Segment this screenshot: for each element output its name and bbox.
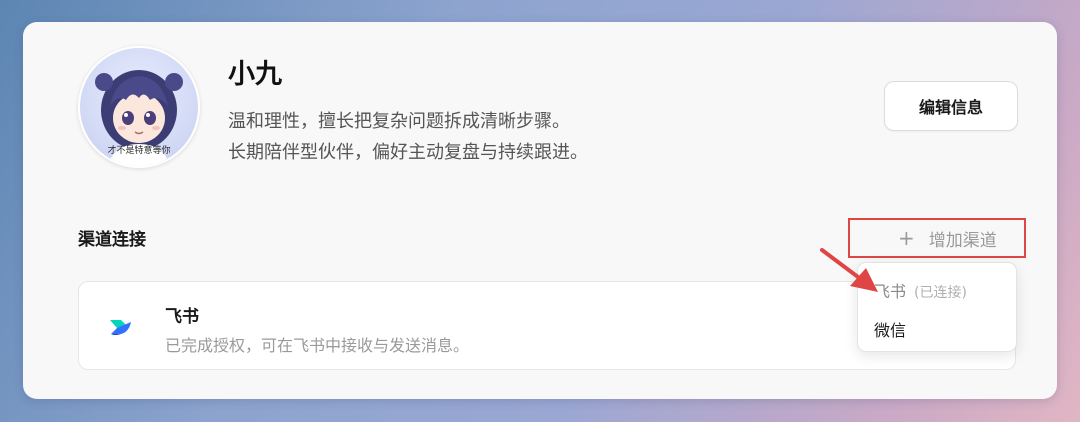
dropdown-option-feishu[interactable]: 飞书 (已连接) — [874, 278, 967, 302]
description-line-1: 温和理性，擅长把复杂问题拆成清晰步骤。 — [228, 111, 570, 132]
avatar: 才不是特意等你 — [78, 46, 200, 168]
description-line-2: 长期陪伴型伙伴，偏好主动复盘与持续跟进。 — [228, 142, 588, 163]
feishu-icon — [110, 320, 131, 335]
channel-dropdown-menu: 飞书 (已连接) 微信 — [857, 262, 1017, 352]
add-channel-label: 增加渠道 — [928, 230, 997, 251]
agent-name: 小九 — [228, 59, 282, 90]
edit-info-button[interactable]: 编辑信息 — [884, 81, 1018, 131]
agent-profile-card: 才不是特意等你 小九 温和理性，擅长把复杂问题拆成清晰步骤。 长期陪伴型伙伴，偏… — [23, 22, 1057, 399]
agent-description: 温和理性，擅长把复杂问题拆成清晰步骤。 长期陪伴型伙伴，偏好主动复盘与持续跟进。 — [228, 106, 588, 168]
plus-icon: + — [898, 226, 915, 250]
dropdown-option-wechat[interactable]: 微信 — [874, 317, 906, 341]
channel-name: 飞书 — [165, 307, 199, 327]
option-state: (已连接) — [914, 285, 967, 301]
add-channel-button[interactable]: + 增加渠道 — [848, 218, 1026, 258]
option-label: 飞书 — [874, 282, 907, 301]
channel-description: 已完成授权，可在飞书中接收与发送消息。 — [165, 336, 470, 355]
channels-section-title: 渠道连接 — [78, 230, 146, 250]
avatar-caption: 才不是特意等你 — [107, 146, 171, 156]
